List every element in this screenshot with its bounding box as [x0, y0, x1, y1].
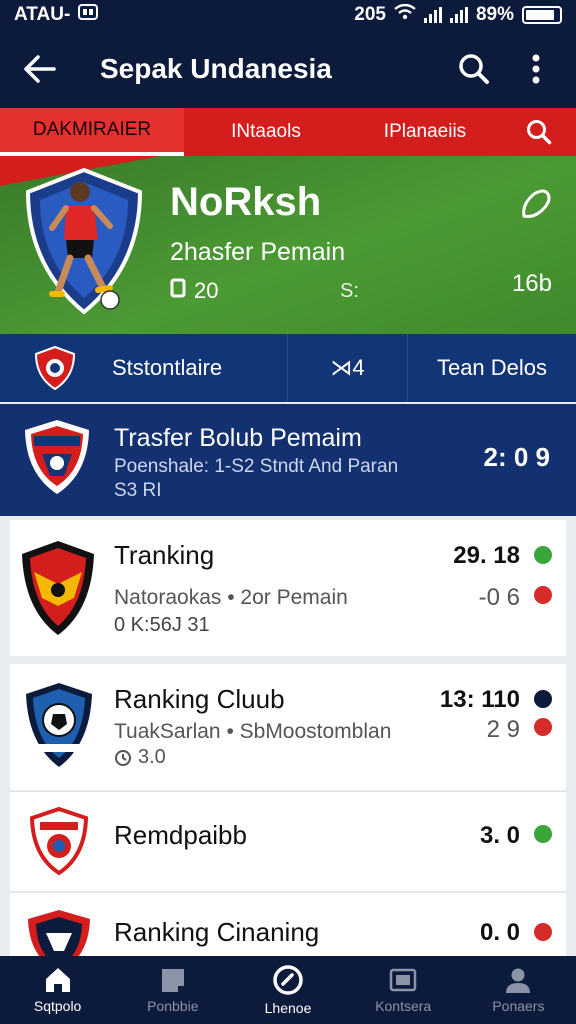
more-vert-icon[interactable]: [516, 49, 556, 89]
tab-bar: DAKMIRAIER INtaaols IPlanaeiis: [0, 108, 576, 156]
edit-icon[interactable]: [518, 186, 554, 222]
club-crest-icon: [22, 541, 94, 635]
transfer-line-2: S3 RI: [114, 480, 162, 501]
ball-icon: [273, 965, 303, 995]
status-time: 205: [354, 4, 386, 25]
list-item-score-secondary: -0 6: [478, 584, 520, 611]
list-item-score-secondary: 2 9: [486, 716, 520, 743]
player-subtitle: 2hasfer Pemain: [170, 238, 346, 266]
signal-icon: [423, 7, 442, 23]
nav-label: Sqtpolo: [33, 998, 82, 1014]
club-crest-icon: [26, 683, 92, 767]
list-item-title: Ranking Cluub: [114, 684, 285, 714]
battery-icon: [522, 6, 562, 24]
club-crest-icon: [34, 345, 76, 391]
status-down-icon: [534, 923, 552, 941]
tab-intaaols[interactable]: INtaaols: [184, 108, 348, 156]
nav-label: Ponaers: [492, 998, 545, 1014]
nav-news[interactable]: Ponbbie: [115, 956, 230, 1024]
list-item-score: 29. 18: [453, 542, 520, 569]
signal-icon-2: [449, 7, 468, 23]
club-crest-icon: [25, 420, 89, 494]
status-bar: ATAU- 205 89%: [0, 0, 576, 30]
featured-player-banner[interactable]: NoRksh 2hasfer Pemain 20 S: 16b: [0, 156, 576, 334]
transfer-title: Trasfer Bolub Pemaim: [114, 424, 362, 452]
page-title: Sepak Undanesia: [100, 53, 332, 84]
strip-middle: ⋊4: [288, 334, 408, 402]
back-icon[interactable]: [20, 49, 60, 89]
player-name: NoRksh: [170, 180, 322, 224]
clock-icon: [115, 749, 131, 766]
strip-label: Ststontlaire: [112, 355, 223, 380]
status-neutral-icon: [534, 690, 552, 708]
gallery-icon: [389, 968, 417, 992]
nav-gallery[interactable]: Kontsera: [346, 956, 461, 1024]
stat-icon: [170, 278, 186, 304]
list-item[interactable]: Remdpaibb 3. 0: [10, 791, 566, 891]
nav-home[interactable]: Sqtpolo: [0, 956, 115, 1024]
transfer-line-1: Poenshale: 1-S2 Stndt And Paran: [114, 456, 399, 477]
nav-profile[interactable]: Ponaers: [461, 956, 576, 1024]
player-club-image: [25, 167, 143, 315]
list-item-score: 13: 110: [439, 686, 520, 713]
app-bar: Sepak Undanesia: [0, 30, 576, 108]
club-crest-icon: [28, 910, 90, 956]
list-item[interactable]: Ranking Cinaning 0. 0: [10, 892, 566, 956]
list-item-title: Ranking Cinaning: [114, 917, 320, 947]
battery-percent: 89%: [475, 4, 514, 25]
club-crest-icon: [29, 806, 89, 876]
list-item-subtitle: TuakSarlan • SbMoostomblan: [114, 720, 392, 743]
player-stat-value: 20: [194, 278, 219, 303]
news-icon: [161, 969, 184, 992]
player-stat-right: 16b: [511, 270, 552, 297]
tab-dakmiraier[interactable]: DAKMIRAIER: [0, 108, 184, 156]
status-down-icon: [534, 586, 552, 604]
list-item-extra: 3.0: [138, 746, 166, 768]
notification-icon: [78, 4, 99, 26]
wifi-icon: [394, 3, 416, 26]
list-item-extra: 0 K:56J 31: [114, 614, 210, 636]
tab-iplanaeiis[interactable]: IPlanaeiis: [348, 108, 502, 156]
list-item-subtitle: Natoraokas • 2or Pemain: [114, 586, 348, 609]
status-carrier: ATAU-: [14, 4, 71, 25]
status-down-icon: [534, 718, 552, 736]
list-item-title: Remdpaibb: [114, 820, 247, 850]
nav-label: Lhenoe: [264, 1000, 312, 1016]
nav-label: Ponbbie: [147, 998, 199, 1014]
profile-icon: [506, 968, 531, 993]
home-icon: [45, 968, 70, 992]
status-up-icon: [534, 546, 552, 564]
list-item-title: Tranking: [114, 540, 215, 570]
player-stat-mid: S:: [340, 280, 359, 302]
ranking-list: Tranking Natoraokas • 2or Pemain 0 K:56J…: [10, 520, 566, 956]
transfer-score: 2: 0 9: [483, 442, 551, 472]
list-item-score: 3. 0: [479, 822, 520, 849]
team-details-link[interactable]: Tean Delos: [408, 334, 576, 402]
transfer-card[interactable]: Trasfer Bolub Pemaim Poenshale: 1-S2 Stn…: [0, 404, 576, 516]
status-up-icon: [534, 825, 552, 843]
tab-search-icon[interactable]: [502, 108, 576, 156]
nav-label: Kontsera: [375, 998, 432, 1014]
nav-match[interactable]: Lhenoe: [230, 956, 345, 1024]
bottom-navigation: Sqtpolo Ponbbie Lhenoe Kontsera Ponaers: [0, 956, 576, 1024]
list-item-score: 0. 0: [479, 919, 520, 946]
search-icon[interactable]: [454, 49, 494, 89]
info-strip: Ststontlaire ⋊4 Tean Delos: [0, 334, 576, 402]
list-item[interactable]: Tranking Natoraokas • 2or Pemain 0 K:56J…: [10, 520, 566, 656]
list-item[interactable]: Ranking Cluub TuakSarlan • SbMoostomblan…: [10, 664, 566, 790]
